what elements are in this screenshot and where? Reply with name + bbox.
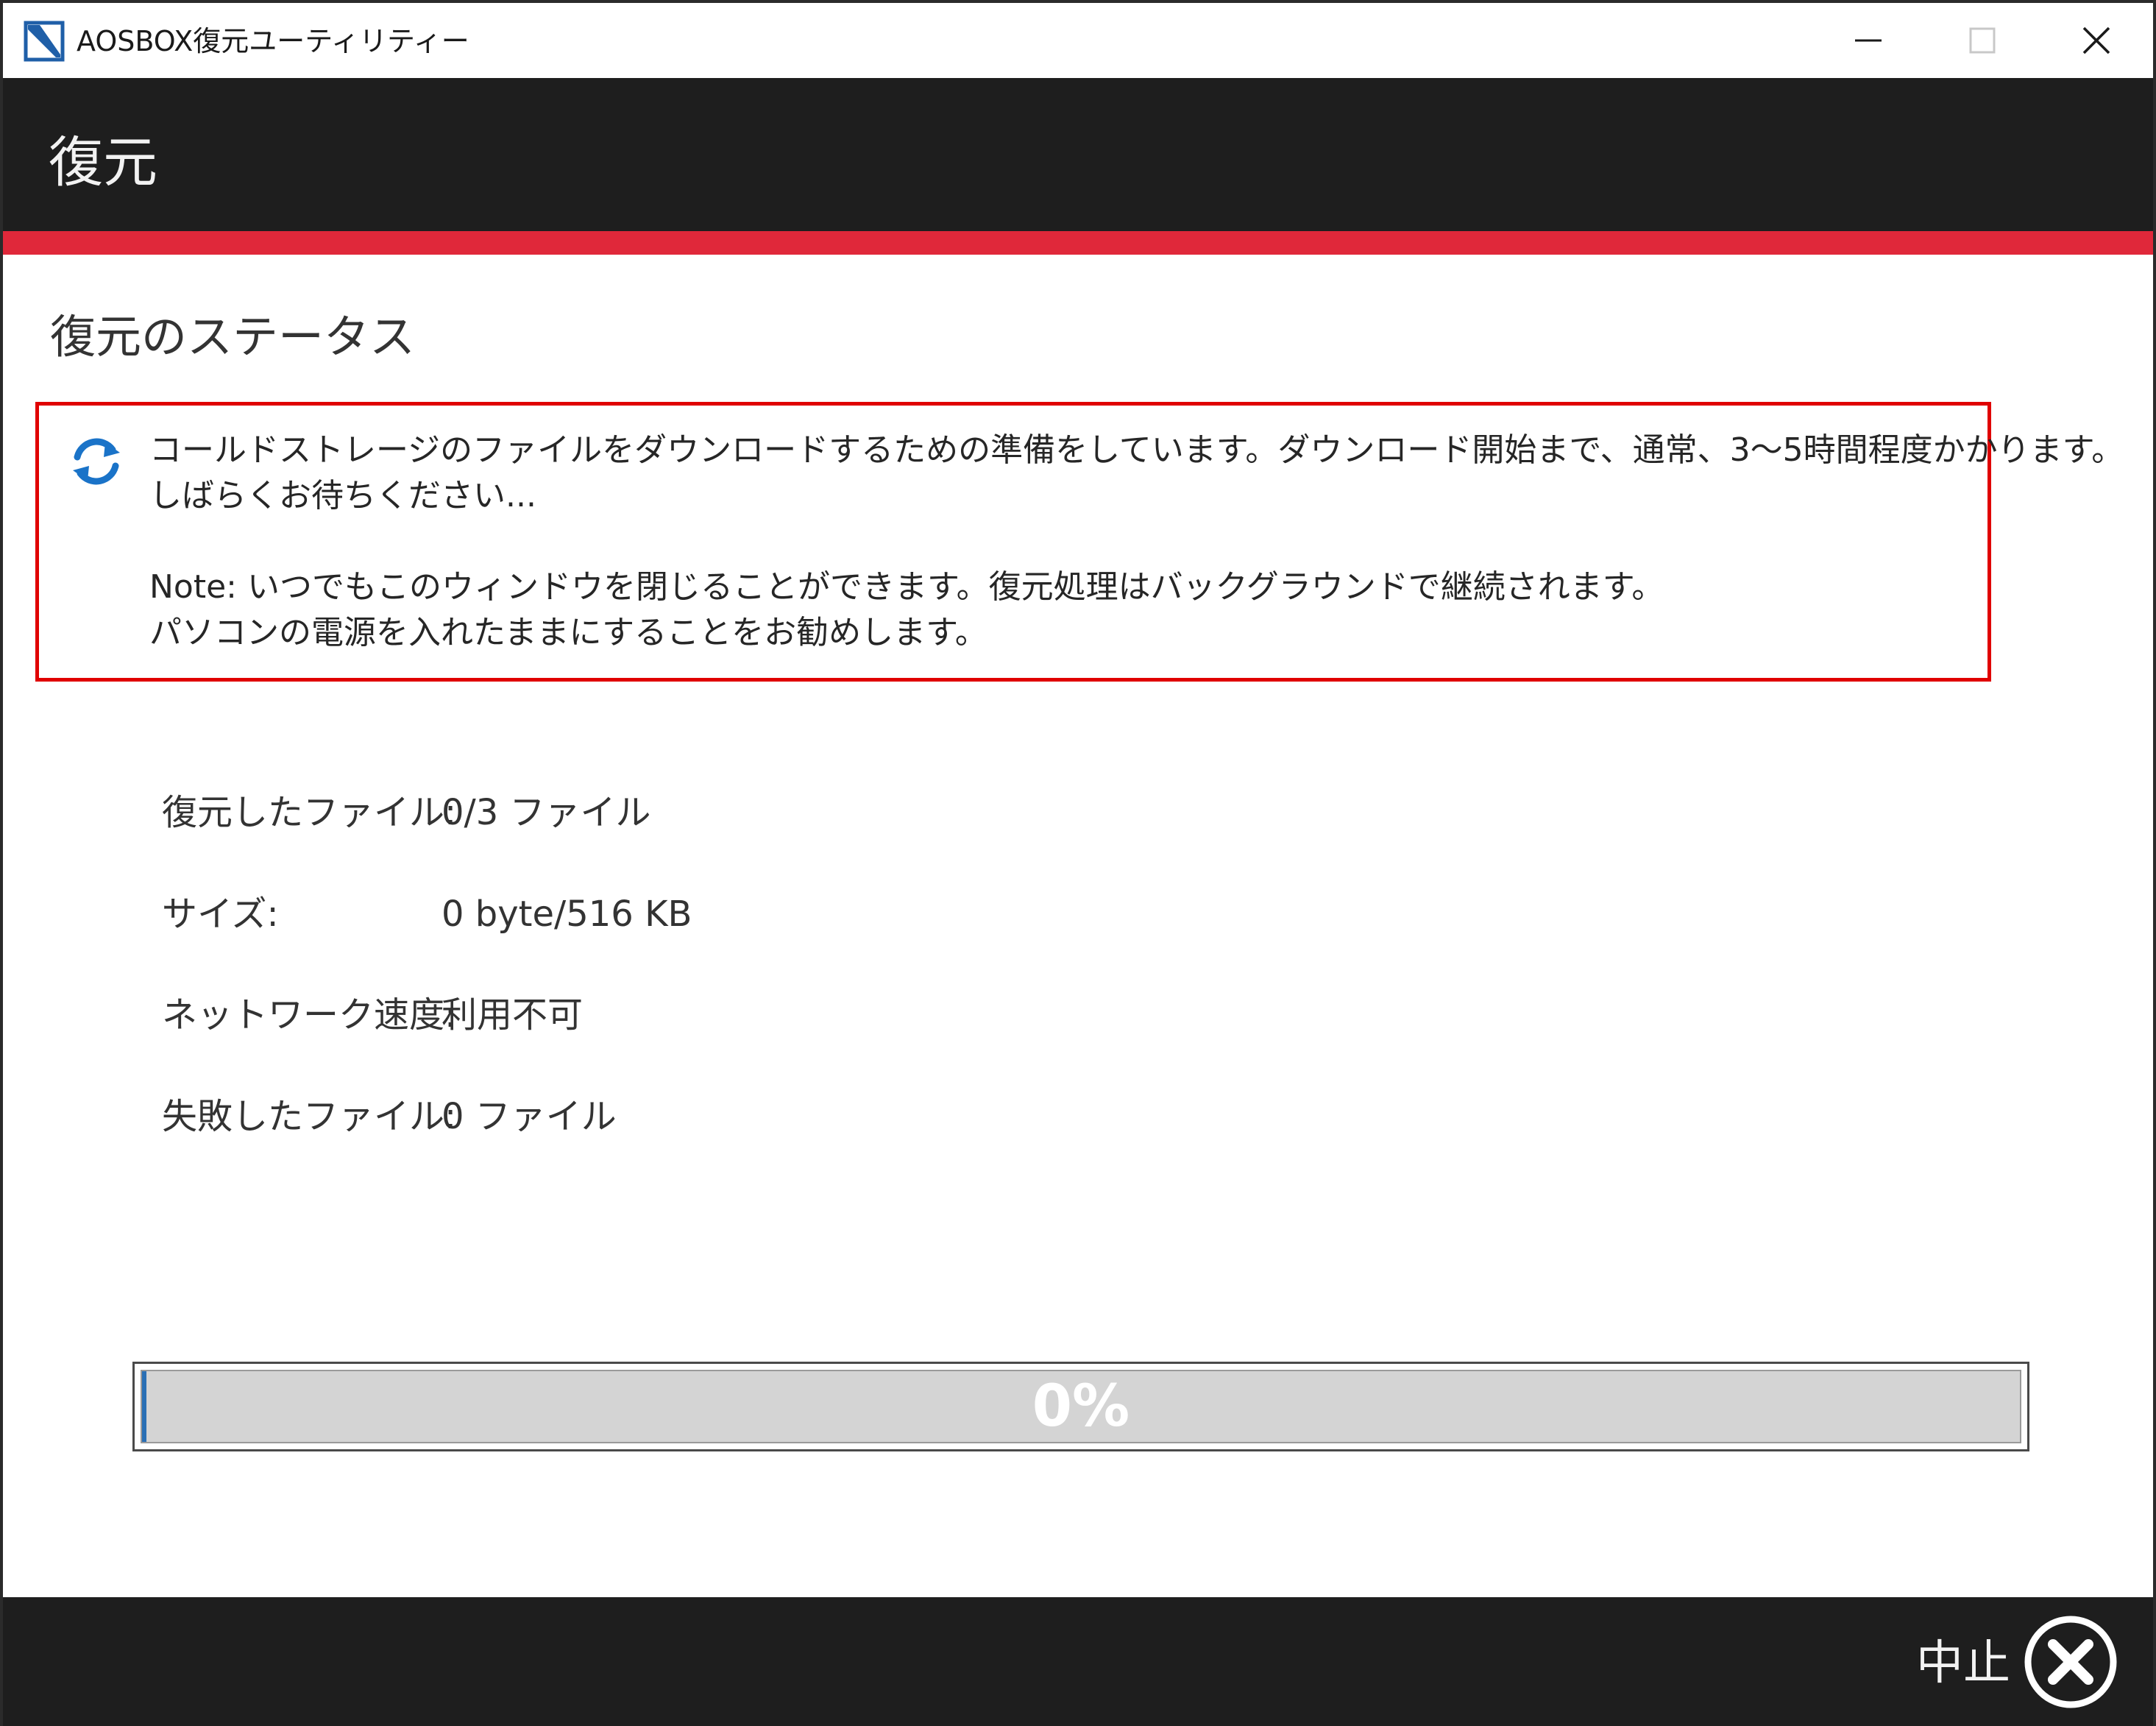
cancel-button[interactable]: 中止 (1901, 1615, 2137, 1709)
info-value: 0 byte/516 KB (442, 894, 692, 935)
info-value: 0/3 ファイル (442, 792, 651, 833)
close-icon (2082, 26, 2110, 54)
footer-bar: 中止 (3, 1597, 2153, 1726)
maximize-icon (1969, 27, 1996, 54)
info-value: 0 ファイル (442, 1096, 617, 1137)
restore-window: AOSBOX復元ユーティリティー 復元 復元のステータス コールドストレージのフ… (0, 0, 2156, 1726)
notice-box: コールドストレージのファイルをダウンロードするための準備をしています。ダウンロー… (35, 402, 2124, 682)
notice-line-4: パソコンの電源を入れたままにすることをお勧めします。 (149, 614, 987, 651)
page-title: 復元 (49, 131, 157, 194)
info-label: 失敗したファイル: (162, 1096, 457, 1137)
notice-line-3: Note: いつでもこのウィンドウを閉じることができます。復元処理はバックグラウ… (149, 568, 1664, 606)
progress-track: 0% (141, 1370, 2021, 1443)
progress-label: 0% (1032, 1373, 1130, 1440)
header-bar: 復元 (3, 78, 2153, 231)
accent-divider (3, 231, 2153, 255)
app-logo-icon (24, 21, 65, 62)
minimize-icon (1855, 39, 1882, 42)
info-label: ネットワーク速度: (162, 994, 457, 1036)
progress-bar: 0% (132, 1362, 2029, 1451)
window-title: AOSBOX復元ユーティリティー (77, 25, 469, 57)
sync-icon (73, 438, 120, 485)
circle-x-icon (2024, 1616, 2117, 1708)
maximize-button[interactable] (1927, 3, 2038, 78)
info-value: 利用不可 (442, 994, 584, 1036)
notice-line-1: コールドストレージのファイルをダウンロードするための準備をしています。ダウンロー… (149, 431, 2124, 469)
notice-line-2: しばらくお待ちください... (149, 477, 536, 514)
info-label: サイズ: (162, 894, 279, 935)
cancel-label: 中止 (1916, 1636, 2010, 1691)
status-section-title: 復元のステータス (50, 310, 416, 364)
minimize-button[interactable] (1813, 3, 1923, 78)
close-window-button[interactable] (2041, 3, 2152, 78)
title-bar: AOSBOX復元ユーティリティー (3, 0, 2153, 78)
info-label: 復元したファイル: (162, 792, 457, 833)
